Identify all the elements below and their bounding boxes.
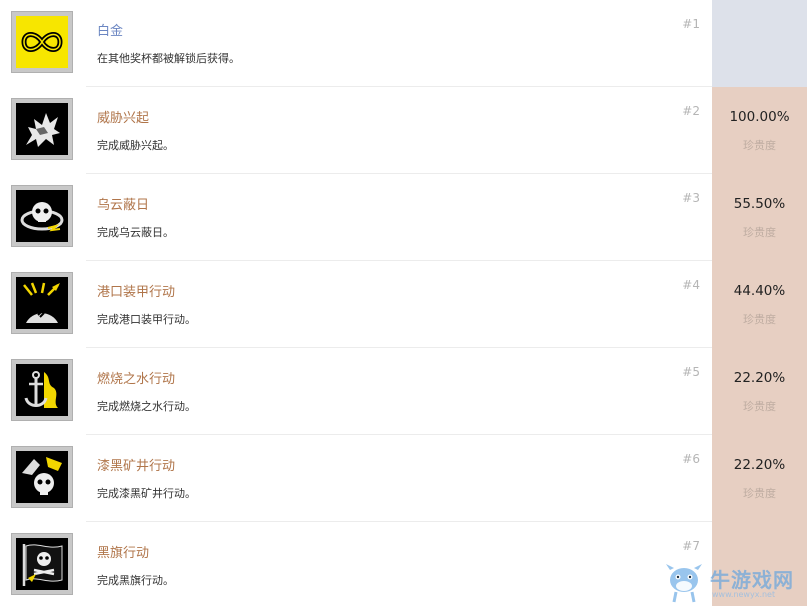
trophy-info: 黑旗行动 完成黑旗行动。 #7 bbox=[86, 522, 712, 606]
trophy-rarity-label: 珍贵度 bbox=[743, 226, 776, 239]
trophy-info: 白金 在其他奖杯都被解锁后获得。 #1 bbox=[86, 0, 712, 87]
trophy-number: #2 bbox=[682, 104, 700, 118]
infinity-icon bbox=[16, 16, 68, 68]
cow-mascot-icon bbox=[664, 560, 704, 604]
trophy-icon-frame bbox=[11, 11, 73, 73]
trophy-percent: 44.40% bbox=[733, 283, 786, 299]
trophy-description: 完成乌云蔽日。 bbox=[97, 226, 174, 239]
mine-skull-icon bbox=[16, 451, 68, 503]
trophy-stat-cell: 22.20% 珍贵度 bbox=[712, 435, 807, 522]
trophy-info: 威胁兴起 完成威胁兴起。 #2 bbox=[86, 87, 712, 174]
trophy-stat-cell: 100.00% 珍贵度 bbox=[712, 87, 807, 174]
trophy-icon-frame bbox=[11, 272, 73, 334]
trophy-title: 威胁兴起 bbox=[97, 111, 150, 126]
trophy-number: #7 bbox=[682, 539, 700, 553]
watermark-url: www.newyx.net bbox=[712, 590, 776, 599]
trophy-row[interactable]: 威胁兴起 完成威胁兴起。 #2 100.00% 珍贵度 bbox=[0, 87, 807, 174]
trophy-row[interactable]: 白金 在其他奖杯都被解锁后获得。 #1 bbox=[0, 0, 807, 87]
trophy-percent: 100.00% bbox=[729, 109, 790, 125]
trophy-icon-cell bbox=[0, 522, 86, 606]
trophy-title: 港口装甲行动 bbox=[97, 285, 176, 300]
trophy-row[interactable]: 燃烧之水行动 完成燃烧之水行动。 #5 22.20% 珍贵度 bbox=[0, 348, 807, 435]
trophy-stat-cell: 44.40% 珍贵度 bbox=[712, 261, 807, 348]
trophy-number: #6 bbox=[682, 452, 700, 466]
trophy-info: 港口装甲行动 完成港口装甲行动。 #4 bbox=[86, 261, 712, 348]
trophy-number: #5 bbox=[682, 365, 700, 379]
trophy-info: 乌云蔽日 完成乌云蔽日。 #3 bbox=[86, 174, 712, 261]
trophy-title: 黑旗行动 bbox=[97, 546, 150, 561]
trophy-description: 完成港口装甲行动。 bbox=[97, 313, 196, 326]
trophy-stat-cell: 55.50% 珍贵度 bbox=[712, 174, 807, 261]
trophy-icon-frame bbox=[11, 446, 73, 508]
explosion-icon bbox=[16, 277, 68, 329]
trophy-number: #3 bbox=[682, 191, 700, 205]
trophy-icon-frame bbox=[11, 533, 73, 595]
trophy-icon-frame bbox=[11, 359, 73, 421]
anchor-fire-icon bbox=[16, 364, 68, 416]
trophy-description: 完成威胁兴起。 bbox=[97, 139, 174, 152]
trophy-number: #1 bbox=[682, 17, 700, 31]
trophy-icon-frame bbox=[11, 185, 73, 247]
gargoyle-icon bbox=[16, 103, 68, 155]
trophy-row[interactable]: 乌云蔽日 完成乌云蔽日。 #3 55.50% 珍贵度 bbox=[0, 174, 807, 261]
trophy-icon-cell bbox=[0, 348, 86, 435]
trophy-rarity-label: 珍贵度 bbox=[743, 487, 776, 500]
trophy-icon-frame bbox=[11, 98, 73, 160]
trophy-icon-cell bbox=[0, 174, 86, 261]
trophy-title: 漆黑矿井行动 bbox=[97, 459, 176, 474]
trophy-rarity-label: 珍贵度 bbox=[743, 313, 776, 326]
trophy-icon-cell bbox=[0, 87, 86, 174]
trophy-percent: 22.20% bbox=[733, 457, 786, 473]
trophy-stat-cell: 22.20% 珍贵度 bbox=[712, 348, 807, 435]
trophy-description: 在其他奖杯都被解锁后获得。 bbox=[97, 52, 240, 65]
trophy-description: 完成漆黑矿井行动。 bbox=[97, 487, 196, 500]
trophy-description: 完成黑旗行动。 bbox=[97, 574, 174, 587]
trophy-title: 白金 bbox=[97, 24, 124, 39]
trophy-title: 乌云蔽日 bbox=[97, 198, 150, 213]
trophy-rarity-label: 珍贵度 bbox=[743, 139, 776, 152]
site-watermark: 牛游戏网 www.newyx.net bbox=[660, 560, 807, 606]
trophy-title: 燃烧之水行动 bbox=[97, 372, 176, 387]
trophy-info: 燃烧之水行动 完成燃烧之水行动。 #5 bbox=[86, 348, 712, 435]
trophy-icon-cell bbox=[0, 435, 86, 522]
trophy-icon-cell bbox=[0, 0, 86, 87]
trophy-rarity-label: 珍贵度 bbox=[743, 400, 776, 413]
trophy-number: #4 bbox=[682, 278, 700, 292]
trophy-info: 漆黑矿井行动 完成漆黑矿井行动。 #6 bbox=[86, 435, 712, 522]
trophy-description: 完成燃烧之水行动。 bbox=[97, 400, 196, 413]
trophy-percent: 55.50% bbox=[733, 196, 786, 212]
trophy-list: 白金 在其他奖杯都被解锁后获得。 #1 威胁兴起 完成威胁兴起。 #2 100.… bbox=[0, 0, 807, 606]
trophy-icon-cell bbox=[0, 261, 86, 348]
trophy-row[interactable]: 漆黑矿井行动 完成漆黑矿井行动。 #6 22.20% 珍贵度 bbox=[0, 435, 807, 522]
skull-storm-icon bbox=[16, 190, 68, 242]
trophy-stat-cell bbox=[712, 0, 807, 87]
pirate-flag-icon bbox=[16, 538, 68, 590]
trophy-percent: 22.20% bbox=[733, 370, 786, 386]
trophy-row[interactable]: 港口装甲行动 完成港口装甲行动。 #4 44.40% 珍贵度 bbox=[0, 261, 807, 348]
watermark-text: 牛游戏网 bbox=[710, 568, 794, 592]
